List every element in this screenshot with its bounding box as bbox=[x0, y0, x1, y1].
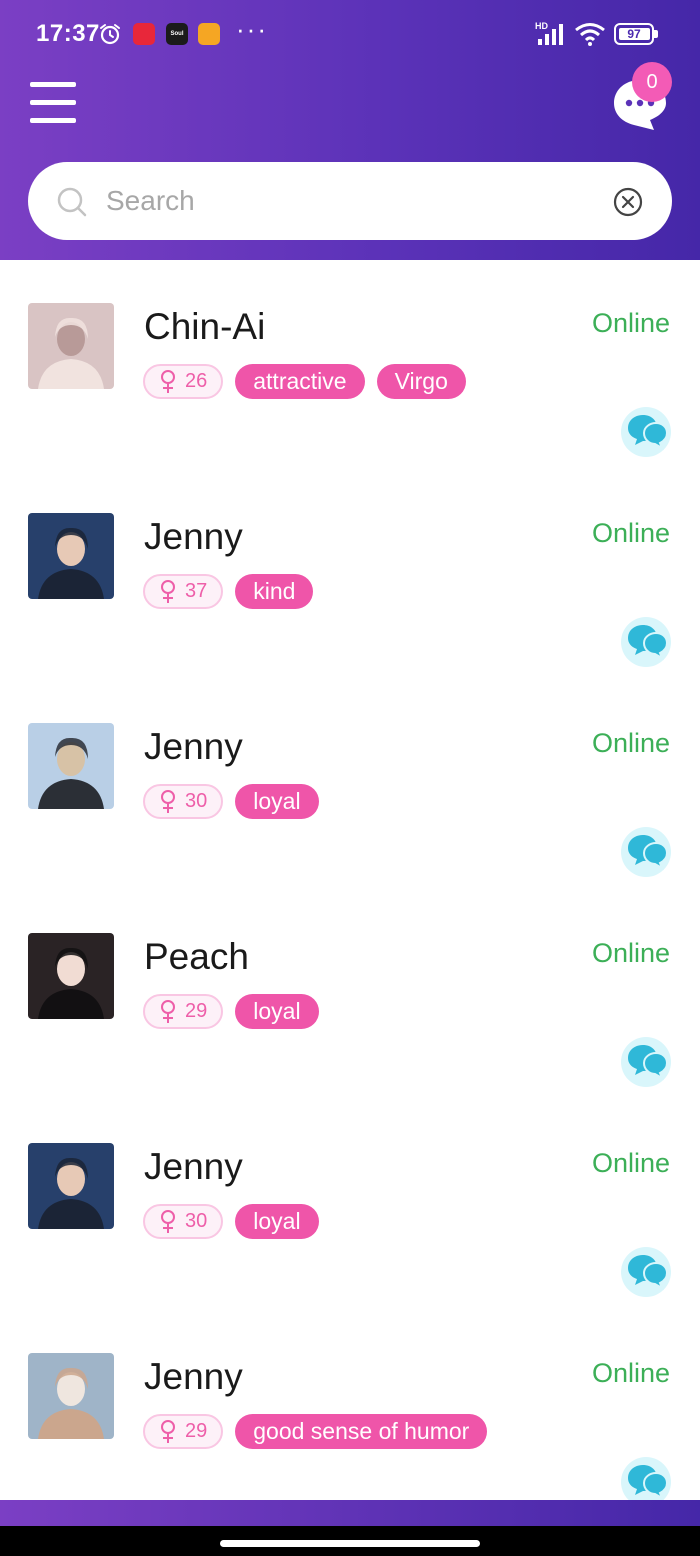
female-symbol-icon bbox=[161, 1419, 175, 1443]
hamburger-menu-icon[interactable] bbox=[30, 82, 76, 124]
online-status: Online bbox=[591, 728, 670, 758]
double-chat-bubble-icon[interactable] bbox=[620, 616, 672, 668]
avatar[interactable] bbox=[28, 1353, 114, 1439]
age-value: 30 bbox=[185, 790, 208, 812]
trait-tag: good sense of humor bbox=[235, 1414, 488, 1449]
alarm-icon bbox=[100, 24, 120, 45]
female-symbol-icon bbox=[161, 789, 175, 813]
status-bar: 17:37 Soul ··· HD 97 bbox=[0, 0, 700, 70]
list-item-user[interactable]: Peach 29 loyal Online bbox=[0, 890, 700, 1100]
age-value: 37 bbox=[185, 580, 208, 602]
trait-tag: loyal bbox=[235, 994, 319, 1029]
age-tag: 37 bbox=[143, 574, 224, 609]
double-chat-bubble-icon[interactable] bbox=[620, 1246, 672, 1298]
female-symbol-icon bbox=[161, 369, 175, 393]
online-status: Online bbox=[591, 1148, 670, 1178]
trait-tag: loyal bbox=[235, 1204, 319, 1239]
status-time: 17:37 bbox=[36, 20, 100, 47]
tag-list: 30 loyal bbox=[143, 1204, 319, 1239]
avatar[interactable] bbox=[28, 723, 114, 809]
double-chat-bubble-icon[interactable] bbox=[620, 826, 672, 878]
avatar[interactable] bbox=[28, 933, 114, 1019]
user-name: Jenny bbox=[144, 1146, 243, 1187]
list-item-user[interactable]: Jenny 37 kind Online bbox=[0, 470, 700, 680]
trait-tag: Virgo bbox=[376, 364, 466, 399]
tag-list: 26 attractive Virgo bbox=[143, 364, 466, 399]
app-icon-yellow bbox=[198, 23, 220, 45]
app-icon-red bbox=[133, 23, 155, 45]
trait-tag: kind bbox=[235, 574, 314, 609]
avatar[interactable] bbox=[28, 1143, 114, 1229]
battery-icon: 97 bbox=[614, 23, 658, 45]
tag-list: 30 loyal bbox=[143, 784, 319, 819]
clear-circle-x-icon[interactable] bbox=[612, 186, 644, 218]
navigation-bar bbox=[0, 1500, 700, 1556]
female-symbol-icon bbox=[161, 579, 175, 603]
user-name: Jenny bbox=[144, 1356, 243, 1397]
signal-icon bbox=[538, 24, 563, 45]
message-count-badge: 0 bbox=[632, 62, 672, 102]
age-tag: 29 bbox=[143, 994, 224, 1029]
tag-list: 37 kind bbox=[143, 574, 314, 609]
tag-list: 29 good sense of humor bbox=[143, 1414, 488, 1449]
trait-tag: loyal bbox=[235, 784, 319, 819]
more-notifications-icon: ··· bbox=[236, 14, 268, 44]
search-icon bbox=[57, 187, 87, 217]
age-value: 29 bbox=[185, 1000, 208, 1022]
age-value: 26 bbox=[185, 370, 208, 392]
user-name: Jenny bbox=[144, 726, 243, 767]
female-symbol-icon bbox=[161, 1209, 175, 1233]
avatar[interactable] bbox=[28, 513, 114, 599]
online-status: Online bbox=[591, 308, 670, 338]
wifi-icon bbox=[575, 23, 605, 46]
age-tag: 30 bbox=[143, 1204, 224, 1239]
double-chat-bubble-icon[interactable] bbox=[620, 1036, 672, 1088]
age-tag: 30 bbox=[143, 784, 224, 819]
list-item-user[interactable]: Jenny 30 loyal Online bbox=[0, 1100, 700, 1310]
user-name: Jenny bbox=[144, 516, 243, 557]
user-name: Peach bbox=[144, 936, 249, 977]
battery-level: 97 bbox=[627, 27, 641, 41]
search-input[interactable] bbox=[106, 180, 596, 222]
list-item-user[interactable]: Jenny 30 loyal Online bbox=[0, 680, 700, 890]
double-chat-bubble-icon[interactable] bbox=[620, 1456, 672, 1500]
search-bar[interactable] bbox=[28, 162, 672, 240]
list-item-user[interactable]: Chin-Ai 26 attractive Virgo Online bbox=[0, 260, 700, 470]
age-tag: 26 bbox=[143, 364, 224, 399]
online-status: Online bbox=[591, 938, 670, 968]
app-header: 17:37 Soul ··· HD 97 0 Search bbox=[0, 0, 700, 260]
list-item-user[interactable]: Jenny 29 good sense of humor Online bbox=[0, 1310, 700, 1500]
app-icon-soul: Soul bbox=[166, 23, 188, 45]
online-status: Online bbox=[591, 518, 670, 548]
user-name: Chin-Ai bbox=[144, 306, 266, 347]
avatar[interactable] bbox=[28, 303, 114, 389]
double-chat-bubble-icon[interactable] bbox=[620, 406, 672, 458]
user-list: Chin-Ai 26 attractive Virgo Online Jenny… bbox=[0, 260, 700, 1500]
online-status: Online bbox=[591, 1358, 670, 1388]
female-symbol-icon bbox=[161, 999, 175, 1023]
home-indicator[interactable] bbox=[220, 1540, 480, 1547]
age-value: 30 bbox=[185, 1210, 208, 1232]
trait-tag: attractive bbox=[235, 364, 365, 399]
age-tag: 29 bbox=[143, 1414, 224, 1449]
age-value: 29 bbox=[185, 1420, 208, 1442]
tag-list: 29 loyal bbox=[143, 994, 319, 1029]
tab-bar-edge bbox=[0, 1500, 700, 1526]
